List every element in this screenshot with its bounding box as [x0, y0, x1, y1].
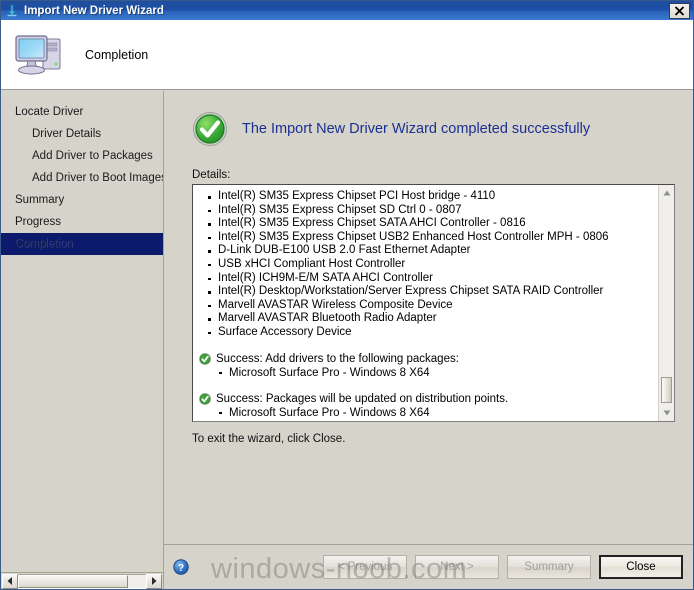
result-group: Success: Add drivers to the following pa…	[199, 352, 654, 380]
wizard-button-bar: ? < Previous Next > Summary Close	[164, 544, 693, 589]
footer-buttons: < Previous Next > Summary Close	[315, 555, 683, 579]
details-content: Intel(R) SM35 Express Chipset PCI Host b…	[193, 185, 658, 421]
vertical-scroll-track[interactable]	[659, 201, 674, 405]
sidebar-item-label: Add Driver to Packages	[32, 150, 153, 162]
previous-button: < Previous	[323, 555, 407, 579]
result-group: Success: Packages will be updated on dis…	[199, 392, 654, 420]
close-window-button[interactable]	[669, 2, 690, 19]
sidebar-item-label: Driver Details	[32, 128, 102, 140]
driver-list-item: D-Link DUB-E100 USB 2.0 Fast Ethernet Ad…	[199, 244, 654, 258]
sidebar-item-label: Locate Driver	[15, 106, 84, 118]
driver-list-item: Intel(R) SM35 Express Chipset PCI Host b…	[199, 190, 654, 204]
scroll-right-button[interactable]	[146, 573, 162, 589]
exit-instruction: To exit the wizard, click Close.	[192, 433, 346, 445]
close-button[interactable]: Close	[599, 555, 683, 579]
success-banner: The Import New Driver Wizard completed s…	[192, 111, 675, 147]
vertical-scroll-thumb[interactable]	[661, 377, 672, 403]
title-bar: Import New Driver Wizard	[1, 1, 693, 20]
scroll-down-button[interactable]	[659, 405, 674, 421]
sidebar-item-add-driver-to-boot-images[interactable]: Add Driver to Boot Images	[1, 167, 163, 189]
page-title: Completion	[85, 47, 149, 62]
result-heading-row: Success: Add drivers to the following pa…	[199, 352, 654, 366]
details-vertical-scrollbar[interactable]	[658, 185, 674, 421]
sidebar-item-label: Add Driver to Boot Images	[32, 172, 163, 184]
result-heading-text: Success: Packages will be updated on dis…	[216, 392, 509, 405]
driver-list-item: Intel(R) Desktop/Workstation/Server Expr…	[199, 285, 654, 299]
imported-drivers-list: Intel(R) SM35 Express Chipset PCI Host b…	[199, 190, 654, 340]
driver-list-item: Intel(R) ICH9M-E/M SATA AHCI Controller	[199, 272, 654, 286]
sidebar-item-progress[interactable]: Progress	[1, 211, 163, 233]
svg-text:?: ?	[178, 563, 184, 574]
help-question-icon[interactable]: ?	[173, 559, 189, 575]
wizard-steps-panel: Locate Driver Driver Details Add Driver to…	[1, 91, 164, 589]
driver-list-item: USB xHCI Compliant Host Controller	[199, 258, 654, 272]
import-arrow-icon	[4, 3, 20, 19]
scroll-left-button[interactable]	[2, 573, 18, 589]
small-green-check-icon	[199, 392, 211, 405]
wizard-header: Completion	[1, 20, 693, 90]
sidebar-item-locate-driver[interactable]: Locate Driver	[1, 101, 163, 123]
driver-list-item: Marvell AVASTAR Bluetooth Radio Adapter	[199, 312, 654, 326]
next-button: Next >	[415, 555, 499, 579]
sidebar-item-driver-details[interactable]: Driver Details	[1, 123, 163, 145]
results-area: Success: Add drivers to the following pa…	[199, 352, 654, 420]
driver-list-item: Intel(R) SM35 Express Chipset SATA AHCI …	[199, 217, 654, 231]
result-heading-row: Success: Packages will be updated on dis…	[199, 392, 654, 406]
wizard-steps-list: Locate Driver Driver Details Add Driver to…	[1, 91, 163, 572]
green-check-circle-icon	[192, 111, 228, 147]
details-label: Details:	[192, 169, 231, 181]
window-title: Import New Driver Wizard	[24, 4, 164, 17]
driver-list-item: Intel(R) SM35 Express Chipset SD Ctrl 0 …	[199, 204, 654, 218]
sidebar-item-label: Progress	[15, 216, 62, 228]
small-green-check-icon	[199, 352, 211, 365]
horizontal-scroll-thumb[interactable]	[18, 574, 129, 588]
result-sub-list: Microsoft Surface Pro - Windows 8 X64	[199, 406, 654, 420]
sidebar-item-label: Summary	[15, 194, 65, 206]
sidebar-item-label: Completion	[15, 238, 74, 250]
driver-list-item: Intel(R) SM35 Express Chipset USB2 Enhan…	[199, 231, 654, 245]
wizard-body: Locate Driver Driver Details Add Driver to…	[1, 91, 693, 589]
wizard-main-pane: The Import New Driver Wizard completed s…	[164, 91, 693, 589]
sidebar-item-completion[interactable]: Completion	[1, 233, 163, 255]
driver-list-item: Marvell AVASTAR Wireless Composite Devic…	[199, 299, 654, 313]
result-sub-item: Microsoft Surface Pro - Windows 8 X64	[199, 366, 654, 380]
result-sub-item: Microsoft Surface Pro - Windows 8 X64	[199, 406, 654, 420]
scroll-up-button[interactable]	[659, 185, 674, 201]
result-heading-text: Success: Add drivers to the following pa…	[216, 352, 459, 365]
driver-list-item: Surface Accessory Device	[199, 326, 654, 340]
result-sub-list: Microsoft Surface Pro - Windows 8 X64	[199, 366, 654, 380]
import-new-driver-wizard-window: Import New Driver Wizard Completion Loca…	[0, 0, 694, 590]
sidebar-item-summary[interactable]: Summary	[1, 189, 163, 211]
computer-icon	[13, 29, 69, 81]
success-heading: The Import New Driver Wizard completed s…	[242, 121, 591, 137]
horizontal-scroll-track[interactable]	[18, 573, 146, 589]
sidebar-item-add-driver-to-packages[interactable]: Add Driver to Packages	[1, 145, 163, 167]
details-box: Intel(R) SM35 Express Chipset PCI Host b…	[192, 184, 675, 422]
summary-button: Summary	[507, 555, 591, 579]
sidebar-horizontal-scrollbar[interactable]	[1, 572, 163, 589]
